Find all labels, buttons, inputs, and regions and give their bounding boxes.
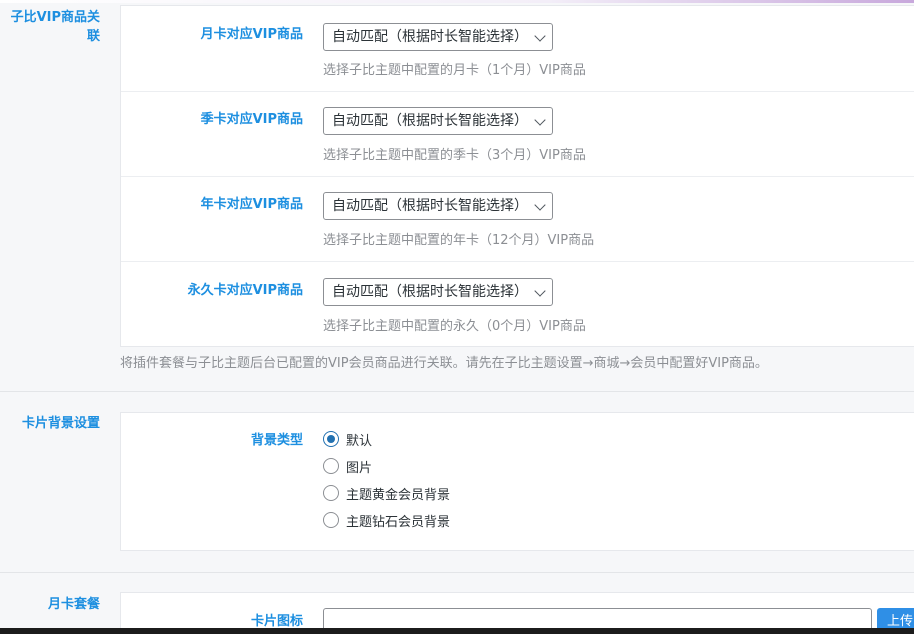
vip-field-label: 年卡对应VIP商品 (200, 197, 303, 212)
chevron-down-icon (534, 114, 546, 126)
vip-field-label: 永久卡对应VIP商品 (187, 283, 303, 298)
chevron-down-icon (534, 30, 546, 42)
vip-field-row-lifetime: 永久卡对应VIP商品 自动匹配（根据时长智能选择） 选择子比主题中配置的永久（0… (121, 262, 914, 348)
section-divider (0, 572, 914, 573)
radio-button[interactable] (323, 512, 339, 528)
select-value: 自动匹配（根据时长智能选择） (332, 198, 528, 214)
radio-option-diamond[interactable]: 主题钻石会员背景 (323, 511, 451, 530)
chevron-down-icon (534, 199, 546, 211)
vip-field-help: 选择子比主题中配置的季卡（3个月）VIP商品 (323, 148, 586, 163)
radio-option-gold[interactable]: 主题黄金会员背景 (323, 484, 451, 503)
vip-link-box: 月卡对应VIP商品 自动匹配（根据时长智能选择） 选择子比主题中配置的月卡（1个… (120, 5, 914, 347)
card-background-box: 背景类型 默认 图片 主题黄金会员背景 主题钻石会员背景 (120, 412, 914, 551)
radio-button[interactable] (323, 458, 339, 474)
radio-label: 主题黄金会员背景 (346, 487, 451, 503)
vip-field-row-yearly: 年卡对应VIP商品 自动匹配（根据时长智能选择） 选择子比主题中配置的年卡（12… (121, 177, 914, 262)
radio-option-image[interactable]: 图片 (323, 457, 373, 476)
vip-select-quarterly[interactable]: 自动匹配（根据时长智能选择） (323, 107, 553, 135)
vip-field-help: 选择子比主题中配置的月卡（1个月）VIP商品 (323, 63, 586, 78)
chevron-down-icon (534, 285, 546, 297)
vip-link-note: 将插件套餐与子比主题后台已配置的VIP会员商品进行关联。请先在子比主题设置→商城… (120, 356, 768, 371)
bottom-bar (0, 628, 914, 634)
card-icon-label: 卡片图标 (250, 614, 303, 629)
background-type-label: 背景类型 (250, 433, 303, 448)
radio-option-default[interactable]: 默认 (323, 430, 373, 449)
vip-select-yearly[interactable]: 自动匹配（根据时长智能选择） (323, 192, 553, 220)
select-value: 自动匹配（根据时长智能选择） (332, 113, 528, 129)
vip-field-help: 选择子比主题中配置的年卡（12个月）VIP商品 (323, 233, 595, 248)
section-label-vip-link: 子比VIP商品关联 (10, 10, 100, 44)
select-value: 自动匹配（根据时长智能选择） (332, 284, 528, 300)
section-divider (0, 391, 914, 392)
section-label-card-background: 卡片背景设置 (21, 416, 100, 431)
select-value: 自动匹配（根据时长智能选择） (332, 29, 528, 45)
vip-field-label: 月卡对应VIP商品 (200, 27, 303, 42)
vip-select-monthly[interactable]: 自动匹配（根据时长智能选择） (323, 23, 553, 51)
section-label-monthly-plan: 月卡套餐 (47, 597, 100, 612)
vip-select-lifetime[interactable]: 自动匹配（根据时长智能选择） (323, 278, 553, 306)
radio-button[interactable] (323, 485, 339, 501)
radio-label: 主题钻石会员背景 (346, 514, 451, 530)
radio-button[interactable] (323, 431, 339, 447)
vip-field-row-quarterly: 季卡对应VIP商品 自动匹配（根据时长智能选择） 选择子比主题中配置的季卡（3个… (121, 92, 914, 177)
radio-label: 图片 (346, 460, 373, 476)
top-accent-bar (0, 0, 914, 3)
vip-field-label: 季卡对应VIP商品 (200, 112, 303, 127)
radio-label: 默认 (346, 433, 373, 449)
vip-field-row-monthly: 月卡对应VIP商品 自动匹配（根据时长智能选择） 选择子比主题中配置的月卡（1个… (121, 6, 914, 92)
vip-field-help: 选择子比主题中配置的永久（0个月）VIP商品 (323, 319, 586, 334)
